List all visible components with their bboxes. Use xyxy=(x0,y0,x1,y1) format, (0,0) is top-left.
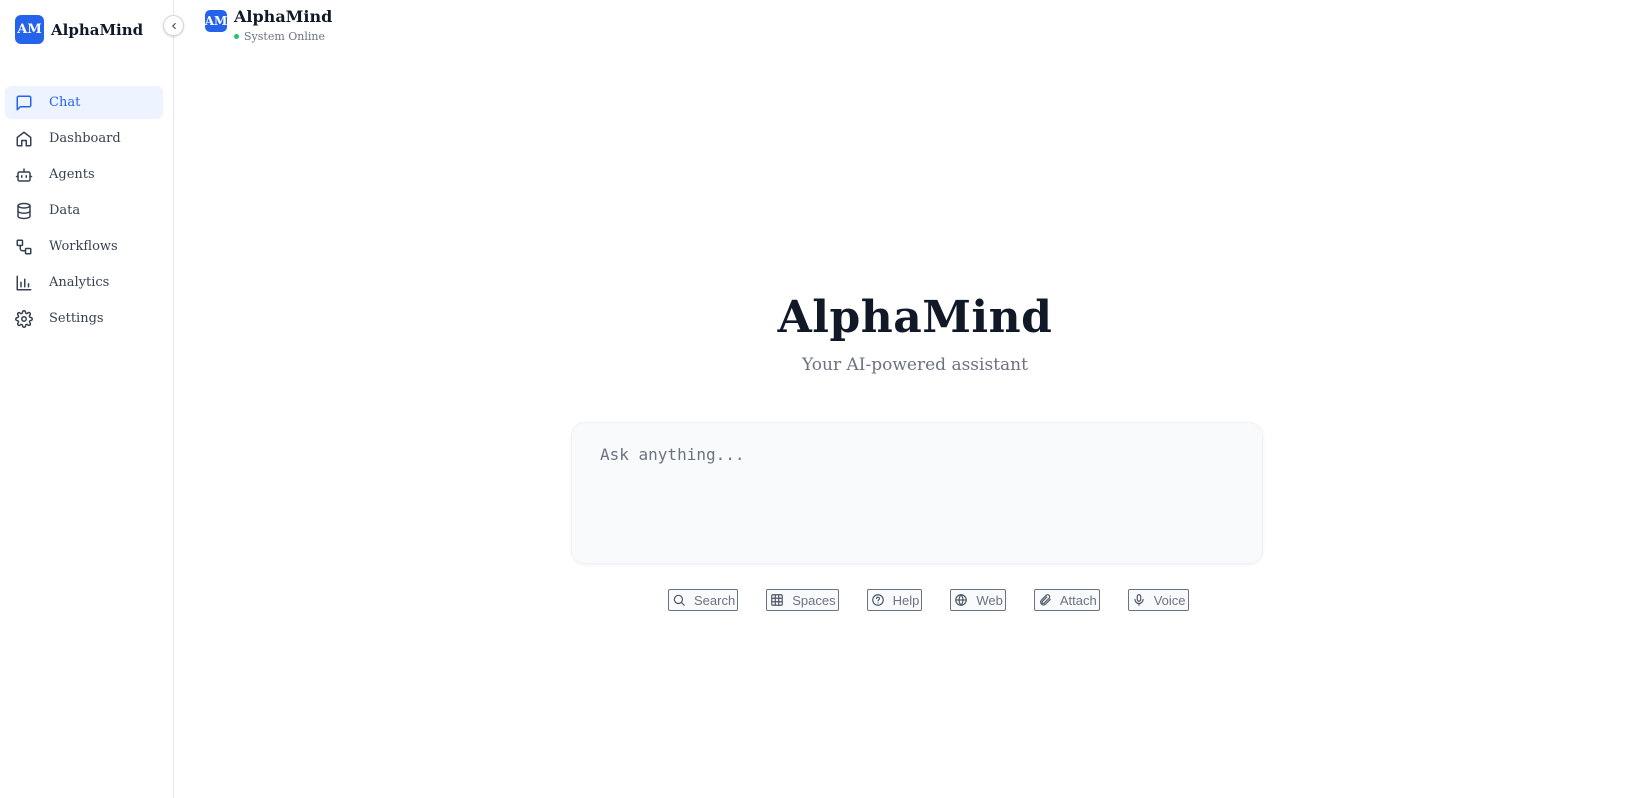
action-bar: Search Spaces Help Web Attach Voice xyxy=(668,589,1217,611)
action-label: Voice xyxy=(1153,592,1186,608)
bot-icon xyxy=(15,166,33,184)
sidebar-item-chat[interactable]: Chat xyxy=(5,86,163,119)
prompt-box xyxy=(571,422,1263,564)
sidebar-item-label: Agents xyxy=(49,167,95,182)
mic-icon xyxy=(1132,593,1146,607)
sidebar-item-data[interactable]: Data xyxy=(5,194,163,227)
globe-icon xyxy=(954,593,968,607)
chevron-left-icon xyxy=(169,21,179,31)
sidebar-item-label: Settings xyxy=(49,311,104,326)
help-circle-icon xyxy=(871,593,885,607)
header-title: AlphaMind xyxy=(234,7,333,26)
home-icon xyxy=(15,130,33,148)
action-label: Help xyxy=(892,592,920,608)
status-dot xyxy=(234,34,239,39)
brand-name: AlphaMind xyxy=(51,20,144,39)
voice-button[interactable]: Voice xyxy=(1127,589,1189,611)
brand[interactable]: AM AlphaMind xyxy=(15,15,143,44)
action-label: Search xyxy=(694,592,736,608)
sidebar-item-label: Chat xyxy=(49,95,81,110)
header: AM AlphaMind System Online xyxy=(205,8,333,44)
spaces-button[interactable]: Spaces xyxy=(766,589,839,611)
sidebar-item-label: Workflows xyxy=(49,239,118,254)
sidebar-item-label: Analytics xyxy=(49,275,110,290)
grid-icon xyxy=(770,593,784,607)
collapse-sidebar-button[interactable] xyxy=(163,15,184,36)
header-text: AlphaMind System Online xyxy=(234,8,332,43)
workflow-icon xyxy=(15,238,33,256)
bar-chart-icon xyxy=(15,274,33,292)
page-title: AlphaMind xyxy=(777,292,1053,343)
action-label: Attach xyxy=(1059,592,1097,608)
sidebar-item-settings[interactable]: Settings xyxy=(5,302,163,335)
help-button[interactable]: Help xyxy=(866,589,923,611)
sidebar-nav: Chat Dashboard Agents Data Workflows Ana… xyxy=(5,86,163,338)
sidebar-item-label: Dashboard xyxy=(49,131,121,146)
search-icon xyxy=(672,593,686,607)
gear-icon xyxy=(15,309,33,328)
attach-button[interactable]: Attach xyxy=(1033,589,1100,611)
brand-logo: AM xyxy=(15,15,44,44)
sidebar: AM AlphaMind Chat Dashboard Agents Data … xyxy=(0,0,174,798)
message-square-icon xyxy=(15,94,33,112)
status-indicator: System Online xyxy=(234,30,332,43)
action-label: Web xyxy=(976,592,1003,608)
sidebar-item-dashboard[interactable]: Dashboard xyxy=(5,122,163,155)
sidebar-item-workflows[interactable]: Workflows xyxy=(5,230,163,263)
paperclip-icon xyxy=(1038,593,1052,607)
prompt-input[interactable] xyxy=(572,423,1262,563)
sidebar-item-analytics[interactable]: Analytics xyxy=(5,266,163,299)
page-subtitle: Your AI-powered assistant xyxy=(802,355,1028,375)
database-icon xyxy=(15,202,33,220)
search-button[interactable]: Search xyxy=(668,589,739,611)
header-logo: AM xyxy=(205,10,227,32)
action-label: Spaces xyxy=(792,592,836,608)
sidebar-item-agents[interactable]: Agents xyxy=(5,158,163,191)
status-text: System Online xyxy=(244,30,325,43)
web-button[interactable]: Web xyxy=(950,589,1006,611)
sidebar-item-label: Data xyxy=(49,203,81,218)
